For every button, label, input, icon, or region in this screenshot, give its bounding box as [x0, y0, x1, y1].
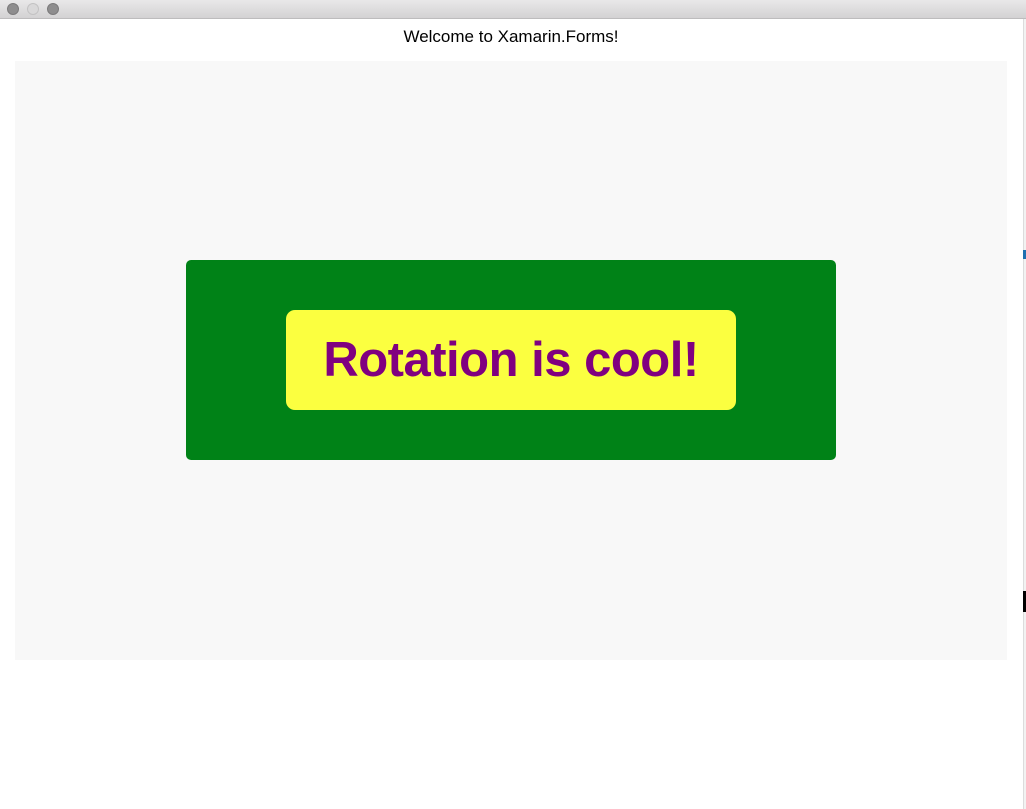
rotation-label: Rotation is cool!	[286, 310, 736, 410]
minimize-window-button[interactable]	[27, 3, 39, 15]
zoom-window-button[interactable]	[47, 3, 59, 15]
window-titlebar[interactable]	[0, 0, 1026, 19]
close-window-button[interactable]	[7, 3, 19, 15]
app-window: Welcome to Xamarin.Forms! Rotation is co…	[0, 0, 1026, 809]
page-title: Welcome to Xamarin.Forms!	[403, 27, 619, 46]
